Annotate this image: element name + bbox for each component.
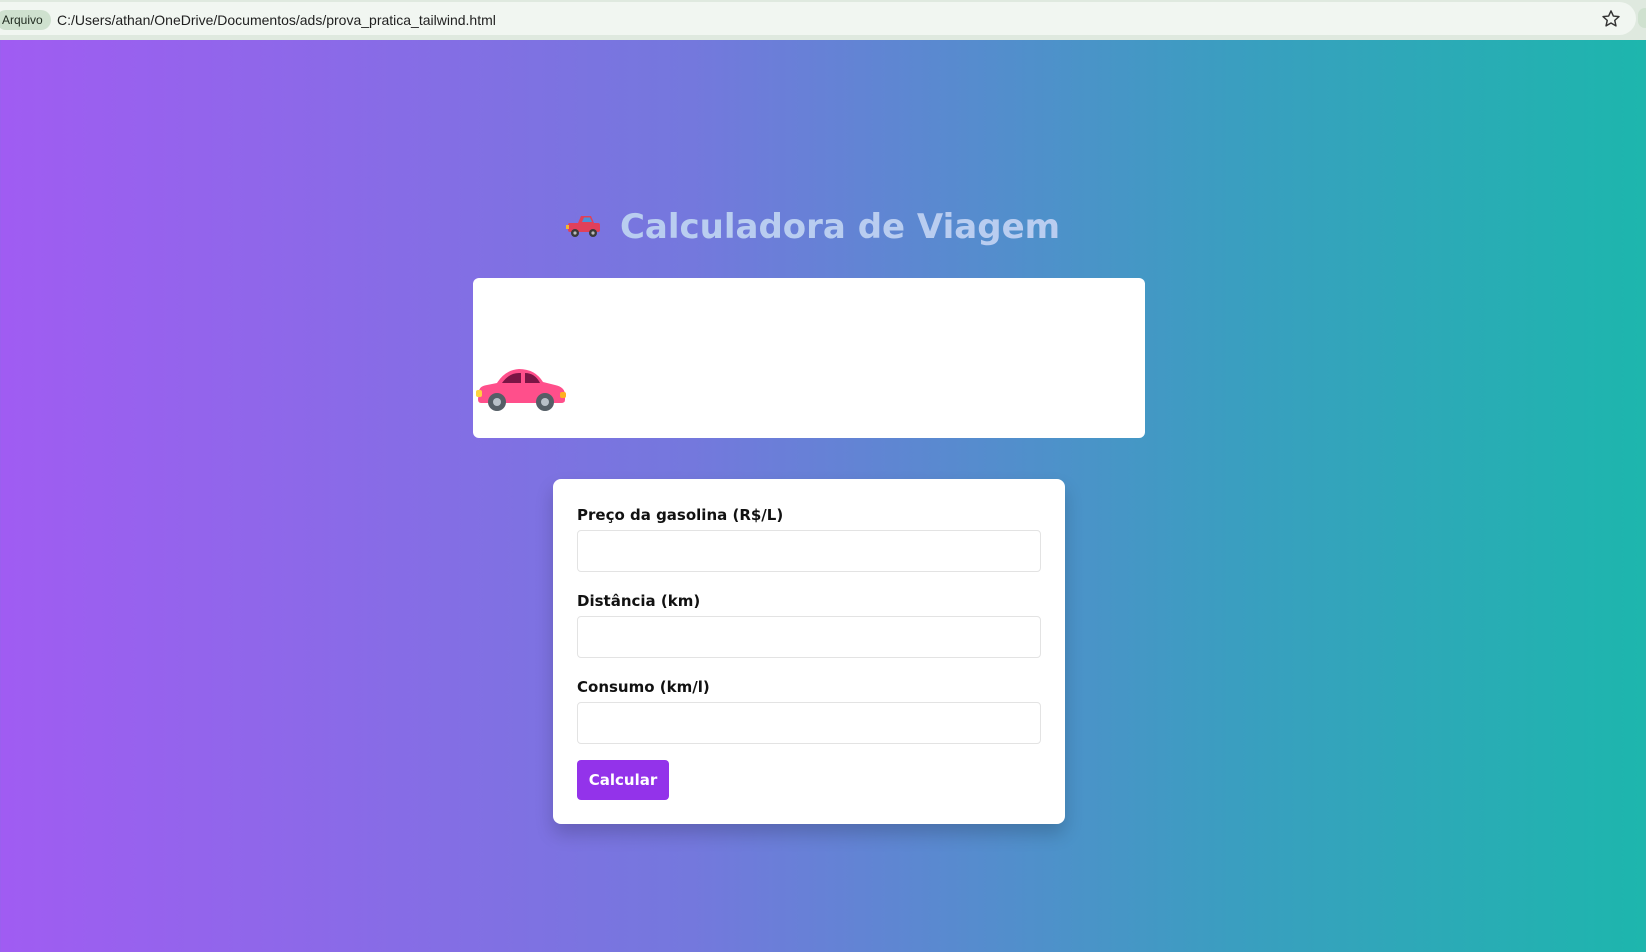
gas-price-input[interactable] bbox=[577, 530, 1041, 572]
car-icon bbox=[476, 369, 566, 411]
calculate-button[interactable]: Calcular bbox=[577, 760, 669, 800]
consumption-input[interactable] bbox=[577, 702, 1041, 744]
page-title-text: Calculadora de Viagem bbox=[619, 207, 1061, 247]
url-text[interactable]: C:/Users/athan/OneDrive/Documentos/ads/p… bbox=[57, 10, 496, 30]
car-animation-track bbox=[473, 278, 1145, 438]
pickup-truck-icon bbox=[565, 215, 600, 237]
browser-toolbar: Arquivo C:/Users/athan/OneDrive/Document… bbox=[0, 0, 1646, 40]
star-icon[interactable] bbox=[1600, 8, 1622, 30]
calculator-form: Preço da gasolina (R$/L) Distância (km) … bbox=[553, 479, 1065, 824]
distance-label: Distância (km) bbox=[577, 592, 701, 610]
file-scheme-chip[interactable]: Arquivo bbox=[0, 10, 51, 30]
consumption-label: Consumo (km/l) bbox=[577, 678, 710, 696]
page-title: Calculadora de Viagem bbox=[0, 202, 1624, 252]
address-bar[interactable]: Arquivo C:/Users/athan/OneDrive/Document… bbox=[0, 2, 1636, 35]
profile-avatar[interactable] bbox=[1638, 8, 1646, 28]
distance-input[interactable] bbox=[577, 616, 1041, 658]
gas-price-label: Preço da gasolina (R$/L) bbox=[577, 506, 784, 524]
